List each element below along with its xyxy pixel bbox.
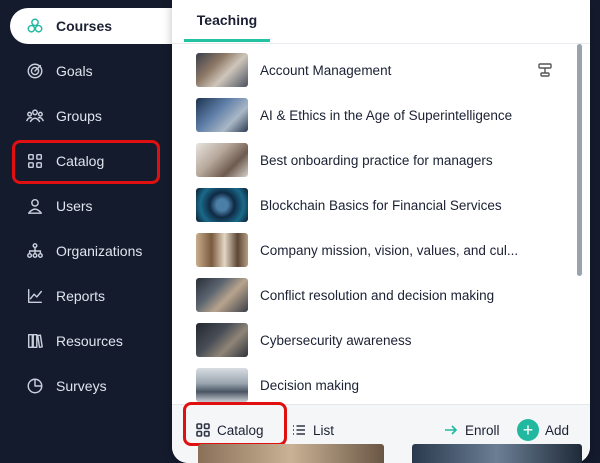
list-item[interactable]: Cybersecurity awareness — [196, 322, 556, 358]
sidebar-item-groups[interactable]: Groups — [10, 98, 195, 134]
add-button-label: Add — [545, 422, 570, 438]
organizations-icon — [24, 240, 46, 262]
arrow-right-icon — [445, 425, 458, 435]
sidebar-item-resources[interactable]: Resources — [10, 323, 195, 359]
sidebar-item-label: Groups — [56, 108, 102, 124]
sidebar-item-label: Goals — [56, 63, 93, 79]
sidebar-item-label: Organizations — [56, 243, 143, 259]
course-title: Decision making — [260, 377, 360, 393]
sidebar-item-label: Users — [56, 198, 93, 214]
list-button[interactable]: List — [292, 414, 334, 446]
course-title: Cybersecurity awareness — [260, 332, 412, 348]
sidebar: Courses Goals Groups Catalog Users Organ… — [0, 0, 205, 463]
sidebar-item-surveys[interactable]: Surveys — [10, 368, 195, 404]
course-thumbnail — [196, 323, 248, 357]
course-thumbnail — [196, 278, 248, 312]
courses-panel: Teaching Account Management AI & Ethics … — [172, 0, 590, 463]
course-thumbnail — [196, 368, 248, 402]
course-title: Company mission, vision, values, and cul… — [260, 242, 519, 258]
course-list: Account Management AI & Ethics in the Ag… — [172, 44, 590, 402]
catalog-icon — [24, 150, 46, 172]
sidebar-item-organizations[interactable]: Organizations — [10, 233, 195, 269]
course-thumbnail — [196, 143, 248, 177]
groups-icon — [24, 105, 46, 127]
sidebar-item-label: Catalog — [56, 153, 105, 169]
courses-icon — [24, 15, 46, 37]
background-card — [412, 444, 582, 463]
list-item[interactable]: Decision making — [196, 367, 556, 402]
catalog-button[interactable]: Catalog — [196, 414, 264, 446]
sidebar-item-label: Surveys — [56, 378, 107, 394]
background-card — [198, 444, 384, 463]
sidebar-item-goals[interactable]: Goals — [10, 53, 195, 89]
sidebar-item-reports[interactable]: Reports — [10, 278, 195, 314]
resources-icon — [24, 330, 46, 352]
course-thumbnail — [196, 53, 248, 87]
plus-icon: + — [517, 419, 539, 441]
sidebar-item-label: Reports — [56, 288, 106, 304]
list-scrollbar[interactable] — [577, 44, 582, 276]
course-thumbnail — [196, 188, 248, 222]
course-thumbnail — [196, 233, 248, 267]
goals-icon — [24, 60, 46, 82]
list-item[interactable]: Company mission, vision, values, and cul… — [196, 232, 556, 268]
list-item[interactable]: Conflict resolution and decision making — [196, 277, 556, 313]
sidebar-item-users[interactable]: Users — [10, 188, 195, 224]
users-icon — [24, 195, 46, 217]
course-options-icon[interactable] — [536, 61, 554, 79]
course-title: Blockchain Basics for Financial Services — [260, 197, 502, 213]
panel-header: Teaching — [172, 0, 590, 44]
list-item[interactable]: AI & Ethics in the Age of Superintellige… — [196, 97, 556, 133]
course-thumbnail — [196, 98, 248, 132]
enroll-button[interactable]: Enroll — [444, 414, 500, 446]
course-title: Best onboarding practice for managers — [260, 152, 493, 168]
list-icon — [293, 425, 305, 435]
add-button[interactable]: + Add — [517, 414, 569, 446]
catalog-icon — [196, 423, 210, 437]
sidebar-item-label: Resources — [56, 333, 123, 349]
enroll-button-label: Enroll — [465, 422, 500, 438]
list-button-label: List — [313, 422, 335, 438]
list-item[interactable]: Account Management — [196, 52, 556, 88]
sidebar-item-label: Courses — [56, 18, 113, 34]
course-title: Conflict resolution and decision making — [260, 287, 495, 303]
surveys-icon — [24, 375, 46, 397]
tab-teaching[interactable]: Teaching — [184, 0, 270, 42]
sidebar-item-catalog[interactable]: Catalog — [10, 143, 195, 179]
list-item[interactable]: Blockchain Basics for Financial Services — [196, 187, 556, 223]
course-title: Account Management — [260, 62, 392, 78]
reports-icon — [24, 285, 46, 307]
course-title: AI & Ethics in the Age of Superintellige… — [260, 107, 513, 123]
catalog-button-label: Catalog — [217, 422, 264, 438]
list-item[interactable]: Best onboarding practice for managers — [196, 142, 556, 178]
